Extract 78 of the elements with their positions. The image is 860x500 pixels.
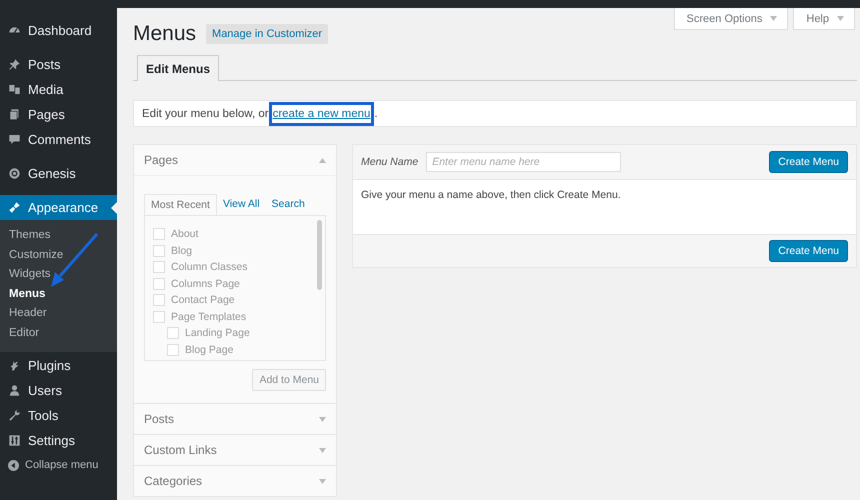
checkbox[interactable] xyxy=(153,278,165,290)
menu-name-label: Menu Name xyxy=(361,156,418,168)
sidebar-item-label: Dashboard xyxy=(28,23,92,38)
instruction-text: Give your menu a name above, then click Create Menu. xyxy=(361,189,621,201)
panel-tab[interactable]: Most Recent xyxy=(144,194,217,216)
checkbox-label: Columns Page xyxy=(171,278,240,290)
sidebar-item[interactable]: Posts xyxy=(0,52,117,77)
submenu-item[interactable]: Editor xyxy=(0,324,117,344)
brush-icon xyxy=(8,201,21,214)
sidebar-item[interactable]: Dashboard xyxy=(0,18,117,43)
checkbox[interactable] xyxy=(153,244,165,257)
media-icon xyxy=(8,83,21,96)
wrench-icon xyxy=(8,408,21,422)
checkbox[interactable] xyxy=(153,228,165,240)
checkbox[interactable] xyxy=(153,310,165,323)
checkbox-label: About xyxy=(171,228,198,240)
menu-name-field[interactable]: Enter menu name here xyxy=(426,152,622,172)
sidebar-item[interactable]: Pages xyxy=(0,102,117,127)
plug-icon xyxy=(8,358,21,372)
user-icon xyxy=(8,384,21,397)
pin-icon xyxy=(8,58,21,71)
caret-icon xyxy=(319,158,326,162)
create-menu-link[interactable]: create a new menu xyxy=(268,102,374,126)
panel-tab[interactable]: View All xyxy=(216,194,266,215)
sidebar-item[interactable]: Settings xyxy=(0,428,117,453)
sidebar-item-label: Tools xyxy=(28,408,58,423)
caret-icon xyxy=(319,448,326,452)
checkbox[interactable] xyxy=(153,261,165,274)
sidebar-item[interactable]: Comments xyxy=(0,127,117,152)
checkbox-label: Blog Page xyxy=(185,344,234,356)
sidebar-item-label: Comments xyxy=(28,132,91,147)
sidebar-item-label: Media xyxy=(28,82,64,97)
sidebar-item[interactable]: Appearance xyxy=(0,195,117,220)
sidebar-item[interactable]: Tools xyxy=(0,402,117,428)
sidebar-item-label: Settings xyxy=(28,432,75,448)
checkbox-label: Page Templates xyxy=(171,310,246,323)
create-menu-button[interactable]: Create Menu xyxy=(769,240,848,262)
sidebar-item-label: Posts xyxy=(28,57,61,72)
checkbox-label: Blog xyxy=(171,244,192,257)
circle-icon xyxy=(8,167,21,180)
caret-icon xyxy=(319,478,326,484)
page-title: Menus xyxy=(133,22,196,46)
tab[interactable]: Edit Menus xyxy=(137,55,220,81)
speech-bubble-icon xyxy=(8,133,21,146)
checkbox[interactable] xyxy=(153,294,165,306)
notice-text: Edit your menu below, or create a new menu . xyxy=(133,100,857,127)
collapse-menu-button[interactable]: Collapse menu xyxy=(0,452,117,478)
panel-tab[interactable]: Search xyxy=(266,194,311,215)
caret-icon xyxy=(319,416,326,422)
sidebar-item-label: Genesis xyxy=(28,166,76,181)
sidebar-item[interactable]: Users xyxy=(0,378,117,403)
sidebar-item-label: Appearance xyxy=(28,200,98,215)
caret-icon xyxy=(770,16,778,21)
sidebar-item[interactable]: Genesis xyxy=(0,161,117,186)
checkbox-label: Column Classes xyxy=(171,261,248,274)
checkbox-label: Contact Page xyxy=(171,294,235,306)
screen-meta-button[interactable]: Help xyxy=(793,8,855,30)
checkbox-label: Landing Page xyxy=(185,327,250,340)
screen-meta-button[interactable]: Screen Options xyxy=(674,8,788,30)
caret-icon xyxy=(837,16,844,21)
submenu-item[interactable]: Header xyxy=(0,304,117,324)
scrollbar[interactable] xyxy=(317,220,322,290)
sidebar-item[interactable]: Media xyxy=(0,77,117,102)
checkbox[interactable] xyxy=(167,327,179,340)
sidebar-item-label: Plugins xyxy=(28,358,71,373)
sidebar-item[interactable]: Plugins xyxy=(0,352,117,378)
manage-in-customizer-button[interactable]: Manage in Customizer xyxy=(206,24,328,44)
submenu-item[interactable]: Themes xyxy=(0,226,117,246)
sidebar-item-label: Pages xyxy=(28,107,65,122)
pages-icon xyxy=(8,108,21,121)
create-menu-button[interactable]: Create Menu xyxy=(769,151,848,173)
sliders-icon xyxy=(8,434,21,447)
checkbox[interactable] xyxy=(167,344,179,356)
sidebar-item-label: Users xyxy=(28,382,62,398)
submenu-item[interactable]: Menus xyxy=(0,284,117,304)
submenu-item[interactable]: Widgets xyxy=(0,265,117,285)
submenu-item[interactable]: Customize xyxy=(0,246,117,266)
collapse-icon xyxy=(8,460,19,471)
